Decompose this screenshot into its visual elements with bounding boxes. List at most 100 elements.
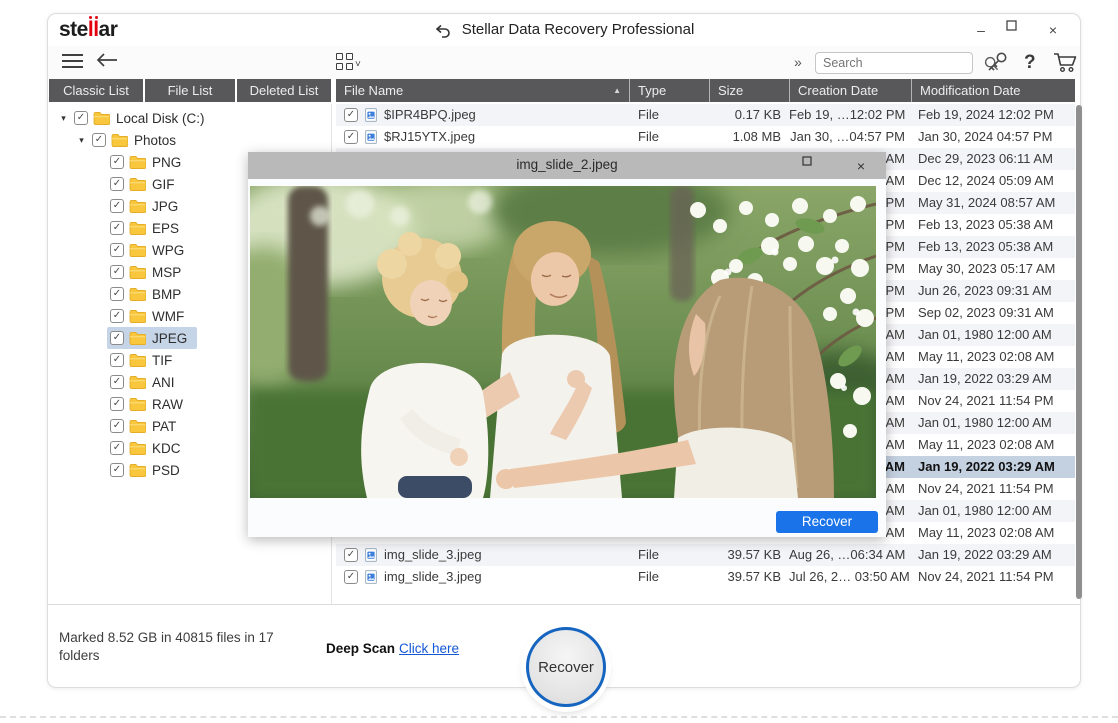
preview-close-button[interactable]: × <box>850 156 872 176</box>
folder-icon <box>129 309 146 323</box>
tree-checkbox[interactable]: ✓ <box>110 397 124 411</box>
scrollbar-thumb[interactable] <box>1076 105 1082 599</box>
folder-icon <box>129 177 146 191</box>
tree-item-label: Local Disk (C:) <box>116 110 205 126</box>
row-checkbox[interactable]: ✓ <box>344 108 358 122</box>
file-size: 39.57 KB <box>727 569 782 584</box>
folder-icon <box>129 331 146 345</box>
row-checkbox[interactable]: ✓ <box>344 130 358 144</box>
titlebar: ste llar Stellar Data Recovery Profession… <box>48 14 1080 46</box>
tree-checkbox[interactable]: ✓ <box>110 331 124 345</box>
preview-titlebar[interactable]: img_slide_2.jpeg × <box>248 152 886 179</box>
column-header-file-name[interactable]: File Name ▲ <box>336 79 629 102</box>
tree-checkbox[interactable]: ✓ <box>110 287 124 301</box>
column-header-creation-date[interactable]: Creation Date <box>789 79 911 102</box>
preview-maximize-button[interactable] <box>802 156 824 176</box>
activation-key-icon[interactable] <box>984 50 1010 75</box>
file-name: $RJ15YTX.jpeg <box>384 129 476 144</box>
folder-icon <box>129 375 146 389</box>
file-type: File <box>638 569 659 584</box>
folder-icon <box>111 133 128 147</box>
table-header: File Name ▲ Type Size Creation Date Modif… <box>336 79 1075 102</box>
view-switch-icon[interactable]: ˅ <box>336 53 361 70</box>
tree-checkbox[interactable]: ✓ <box>110 177 124 191</box>
preview-recover-button[interactable]: Recover <box>776 511 878 533</box>
tree-checkbox[interactable]: ✓ <box>110 199 124 213</box>
row-checkbox[interactable]: ✓ <box>344 570 358 584</box>
file-size: 1.08 MB <box>732 129 781 144</box>
tree-item-label: WMF <box>152 308 185 324</box>
tree-checkbox[interactable]: ✓ <box>110 419 124 433</box>
tree-checkbox[interactable]: ✓ <box>110 243 124 257</box>
overflow-chevrons-icon[interactable]: » <box>794 54 802 70</box>
search-input[interactable] <box>816 56 984 70</box>
menu-icon[interactable] <box>62 54 83 69</box>
tree-item-photos[interactable]: ▾ ✓ Photos <box>49 129 331 151</box>
vertical-scrollbar <box>1075 102 1082 604</box>
file-type: File <box>638 107 659 122</box>
row-checkbox[interactable]: ✓ <box>344 548 358 562</box>
tree-item-label: WPG <box>152 242 185 258</box>
tree-item-label: PNG <box>152 154 182 170</box>
tab-file-list[interactable]: File List <box>145 79 235 105</box>
tab-classic-list[interactable]: Classic List <box>49 79 143 102</box>
modification-date: May 31, 2024 08:57 AM <box>918 195 1056 210</box>
window-title: Stellar Data Recovery Professional <box>48 21 1080 38</box>
tree-checkbox[interactable]: ✓ <box>110 441 124 455</box>
modification-date: Dec 29, 2023 06:11 AM <box>918 151 1053 166</box>
folder-icon <box>93 111 110 125</box>
table-row[interactable]: ✓ img_slide_3.jpeg File 39.57 KB Aug 26,… <box>336 544 1075 566</box>
deep-scan-click-here-link[interactable]: Click here <box>399 641 459 656</box>
file-name: img_slide_3.jpeg <box>384 547 482 562</box>
tree-checkbox[interactable]: ✓ <box>110 375 124 389</box>
folder-icon <box>129 243 146 257</box>
folder-icon <box>129 265 146 279</box>
toolbar: ˅ » ? <box>48 46 1080 79</box>
back-arrow-icon[interactable] <box>95 51 119 69</box>
tree-checkbox[interactable]: ✓ <box>110 265 124 279</box>
expand-arrow-icon[interactable]: ▾ <box>74 135 89 146</box>
tree-checkbox[interactable]: ✓ <box>110 463 124 477</box>
close-button[interactable]: × <box>1042 20 1064 40</box>
file-size: 0.17 KB <box>734 107 781 122</box>
minimize-button[interactable]: – <box>970 20 992 40</box>
creation-date: Aug 26, …06:34 AM <box>789 547 906 562</box>
table-row[interactable]: ✓ $RJ15YTX.jpeg File 1.08 MB Jan 30, …04… <box>336 126 1075 148</box>
column-header-type[interactable]: Type <box>629 79 709 102</box>
modification-date: May 11, 2023 02:08 AM <box>918 349 1055 364</box>
column-header-size[interactable]: Size <box>709 79 789 102</box>
tree-item-label: MSP <box>152 264 182 280</box>
maximize-button[interactable] <box>1006 20 1028 40</box>
tree-checkbox[interactable]: ✓ <box>110 221 124 235</box>
file-name: $IPR4BPQ.jpeg <box>384 107 476 122</box>
table-row[interactable]: ✓ $IPR4BPQ.jpeg File 0.17 KB Feb 19, …12… <box>336 104 1075 126</box>
tree-checkbox[interactable]: ✓ <box>110 353 124 367</box>
tree-checkbox[interactable]: ✓ <box>110 309 124 323</box>
folder-icon <box>129 221 146 235</box>
tree-item-local-disk-c[interactable]: ▾ ✓ Local Disk (C:) <box>49 107 331 129</box>
tree-item-label: KDC <box>152 440 181 456</box>
help-icon[interactable]: ? <box>1024 52 1036 74</box>
table-row[interactable]: ✓ img_slide_3.jpeg File 39.57 KB Jul 26,… <box>336 566 1075 588</box>
tab-deleted-list[interactable]: Deleted List <box>237 79 331 102</box>
tree-checkbox[interactable]: ✓ <box>110 155 124 169</box>
cart-icon[interactable] <box>1052 50 1078 74</box>
recover-button[interactable]: Recover <box>526 627 606 707</box>
folder-icon <box>129 287 146 301</box>
jpeg-file-icon <box>365 570 377 584</box>
tree-checkbox[interactable]: ✓ <box>74 111 88 125</box>
column-header-modification-date[interactable]: Modification Date <box>911 79 1075 102</box>
expand-arrow-icon[interactable]: ▾ <box>56 113 71 124</box>
file-type: File <box>638 547 659 562</box>
folder-icon <box>129 397 146 411</box>
modification-date: May 11, 2023 02:08 AM <box>918 525 1055 540</box>
modification-date: Feb 13, 2023 05:38 AM <box>918 239 1054 254</box>
jpeg-file-icon <box>365 108 377 122</box>
modification-date: Jan 19, 2022 03:29 AM <box>918 547 1052 562</box>
tree-checkbox[interactable]: ✓ <box>92 133 106 147</box>
tree-item-label: ANI <box>152 374 175 390</box>
folder-icon <box>129 463 146 477</box>
modification-date: Sep 02, 2023 09:31 AM <box>918 305 1054 320</box>
search-box <box>815 52 999 74</box>
creation-date: Jul 26, 2… 03:50 AM <box>789 569 910 584</box>
